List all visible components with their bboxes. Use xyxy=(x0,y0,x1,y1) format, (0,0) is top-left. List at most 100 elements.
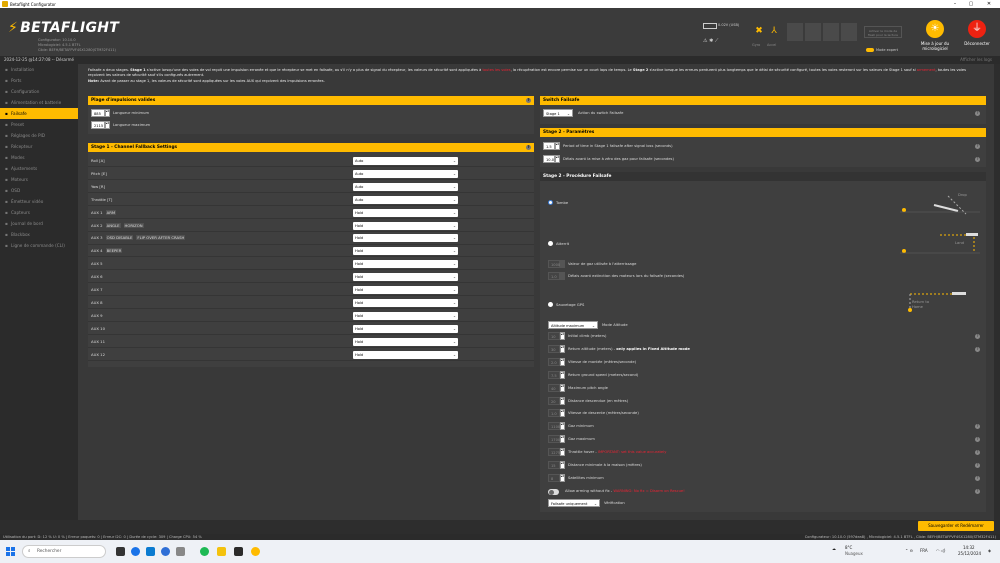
max-pulse-input[interactable]: 2115 xyxy=(91,121,105,129)
help-icon[interactable]: ? xyxy=(975,346,980,352)
minimize-icon[interactable]: – xyxy=(948,0,962,8)
help-icon[interactable]: ? xyxy=(975,463,980,468)
channel-fallback-select[interactable]: Hold ⌄ xyxy=(353,260,458,269)
guard-time-spinner[interactable]: ▴▾ xyxy=(555,142,560,150)
gps-field-input[interactable]: 20 xyxy=(548,396,560,405)
land-throttle-input[interactable]: 1000 xyxy=(548,260,560,268)
gps-field-spinner[interactable]: ▴▾ xyxy=(560,448,565,457)
chrome-icon[interactable] xyxy=(131,547,140,556)
help-icon[interactable]: ? xyxy=(975,450,980,456)
gps-field-spinner[interactable]: ▴▾ xyxy=(560,409,565,418)
channel-fallback-select[interactable]: Hold ⌄ xyxy=(353,337,458,346)
sidebar-item-preset[interactable]: ▪ Preset xyxy=(0,119,78,130)
channel-fallback-select[interactable]: Hold ⌄ xyxy=(353,247,458,256)
show-log-link[interactable]: Afficher les logs xyxy=(960,56,992,64)
maximize-icon[interactable]: ▢ xyxy=(964,0,978,8)
gps-field-spinner[interactable]: ▴▾ xyxy=(560,332,565,340)
gps-field-spinner[interactable]: ▴▾ xyxy=(560,435,565,444)
gps-field-input[interactable]: 1.0 xyxy=(548,409,560,418)
firmware-update-button[interactable]: ☀ Mise à jour du micrologiciel xyxy=(914,20,956,60)
gps-field-spinner[interactable]: ▴▾ xyxy=(560,396,565,405)
sidebar-item-failsafe[interactable]: ▪ Failsafe xyxy=(0,108,78,119)
notification-icon[interactable]: ◈ xyxy=(988,548,991,553)
help-icon[interactable]: ? xyxy=(526,98,531,103)
channel-fallback-select[interactable]: Auto ⌄ xyxy=(353,169,458,178)
task-view-icon[interactable] xyxy=(116,547,125,556)
land-delay-input[interactable]: 1.0 xyxy=(548,272,560,280)
gps-field-spinner[interactable]: ▴▾ xyxy=(560,422,565,431)
sidebar-item-ports[interactable]: ▪ Ports xyxy=(0,75,78,86)
betaflight-task-icon[interactable] xyxy=(234,547,243,556)
sidebar-item-configuration[interactable]: ▪ Configuration xyxy=(0,86,78,97)
guard-time-input[interactable]: 1.5 xyxy=(543,142,555,150)
gps-field-input[interactable]: 15 xyxy=(548,461,560,469)
procedure-drop-radio[interactable] xyxy=(548,200,553,205)
min-pulse-input[interactable]: 885 xyxy=(91,109,105,117)
gps-field-spinner[interactable]: ▴▾ xyxy=(560,357,565,366)
throttle-delay-spinner[interactable]: ▴▾ xyxy=(555,155,560,163)
sidebar-item-r-glages-de-pid[interactable]: ▪ Réglages de PID xyxy=(0,130,78,141)
gps-field-input[interactable]: 10 xyxy=(548,332,560,340)
channel-fallback-select[interactable]: Hold ⌄ xyxy=(353,350,458,359)
sidebar-item-osd[interactable]: ▪ OSD xyxy=(0,185,78,196)
channel-fallback-select[interactable]: Hold ⌄ xyxy=(353,311,458,320)
app-task-icon[interactable] xyxy=(251,547,260,556)
gps-field-input[interactable]: 1700 xyxy=(548,435,560,444)
help-icon[interactable]: ? xyxy=(975,475,980,481)
gps-field-spinner[interactable]: ▴▾ xyxy=(560,461,565,469)
sidebar-item-capteurs[interactable]: ▪ Capteurs xyxy=(0,207,78,218)
gps-field-spinner[interactable]: ▴▾ xyxy=(560,370,565,379)
sidebar-item-alimentation-et-batterie[interactable]: ▪ Alimentation et batterie xyxy=(0,97,78,108)
sidebar-item-blackbox[interactable]: ▪ Blackbox xyxy=(0,229,78,240)
help-icon[interactable]: ? xyxy=(975,157,980,162)
explorer-icon[interactable] xyxy=(217,547,226,556)
close-icon[interactable]: ✕ xyxy=(982,0,996,8)
help-icon[interactable]: ? xyxy=(526,145,531,150)
gps-field-input[interactable]: 40 xyxy=(548,383,560,392)
help-icon[interactable]: ? xyxy=(975,437,980,443)
gps-field-spinner[interactable]: ▴▾ xyxy=(560,344,565,353)
gps-field-input[interactable]: 1100 xyxy=(548,422,560,431)
land-throttle-spinner[interactable] xyxy=(560,260,565,268)
channel-fallback-select[interactable]: Hold ⌄ xyxy=(353,208,458,217)
tray-icons[interactable]: ⌃ ⊖ xyxy=(905,548,913,553)
sidebar-item-moteurs[interactable]: ▪ Moteurs xyxy=(0,174,78,185)
channel-fallback-select[interactable]: Hold ⌄ xyxy=(353,273,458,282)
channel-fallback-select[interactable]: Hold ⌄ xyxy=(353,298,458,307)
switch-action-select[interactable]: Stage 1 ⌄ xyxy=(543,109,573,117)
sidebar-item-journal-de-bord[interactable]: ▪ Journal de bord xyxy=(0,218,78,229)
channel-fallback-select[interactable]: Hold ⌄ xyxy=(353,221,458,230)
settings-app-icon[interactable] xyxy=(176,547,185,556)
help-icon[interactable]: ? xyxy=(975,144,980,149)
spotify-icon[interactable] xyxy=(200,547,209,556)
skype-icon[interactable] xyxy=(161,547,170,556)
altitude-mode-select[interactable]: Altitude maximum ⌄ xyxy=(548,321,598,329)
max-pulse-spinner[interactable]: ▴▾ xyxy=(105,121,110,129)
gps-field-input[interactable]: 8 xyxy=(548,473,560,482)
channel-fallback-select[interactable]: Hold ⌄ xyxy=(353,286,458,294)
land-delay-spinner[interactable] xyxy=(560,272,565,280)
disconnect-button[interactable]: ⏚ Déconnecter xyxy=(956,20,998,60)
gps-field-spinner[interactable]: ▴▾ xyxy=(560,383,565,392)
sidebar-item-modes[interactable]: ▪ Modes xyxy=(0,152,78,163)
allow-arming-toggle[interactable] xyxy=(548,489,559,495)
sidebar-item-r-cepteur[interactable]: ▪ Récepteur xyxy=(0,141,78,152)
taskbar-search[interactable]: ⌕ Rechercher xyxy=(22,545,106,558)
windows-start-icon[interactable] xyxy=(6,547,15,556)
min-pulse-spinner[interactable]: ▴▾ xyxy=(105,109,110,117)
channel-fallback-select[interactable]: Auto ⌄ xyxy=(353,157,458,165)
procedure-gps-rescue-radio[interactable] xyxy=(548,302,553,307)
help-icon[interactable]: ? xyxy=(975,111,980,116)
save-reboot-button[interactable]: Sauvegarder et Redémarrer xyxy=(918,521,994,531)
help-icon[interactable]: ? xyxy=(975,334,980,339)
sidebar-item-ajustements[interactable]: ▪ Ajustements xyxy=(0,163,78,174)
weather-icon[interactable]: ☁ xyxy=(832,546,836,551)
gps-field-input[interactable]: 2.0 xyxy=(548,357,560,366)
channel-fallback-select[interactable]: Auto ⌄ xyxy=(353,182,458,191)
wifi-sound-icons[interactable]: ◠ ◁) xyxy=(936,548,945,553)
edge-icon[interactable] xyxy=(146,547,155,556)
gps-field-spinner[interactable]: ▴▾ xyxy=(560,473,565,482)
procedure-land-radio[interactable] xyxy=(548,241,553,246)
help-icon[interactable]: ? xyxy=(975,489,980,494)
gps-field-input[interactable]: 1275 xyxy=(548,448,560,457)
